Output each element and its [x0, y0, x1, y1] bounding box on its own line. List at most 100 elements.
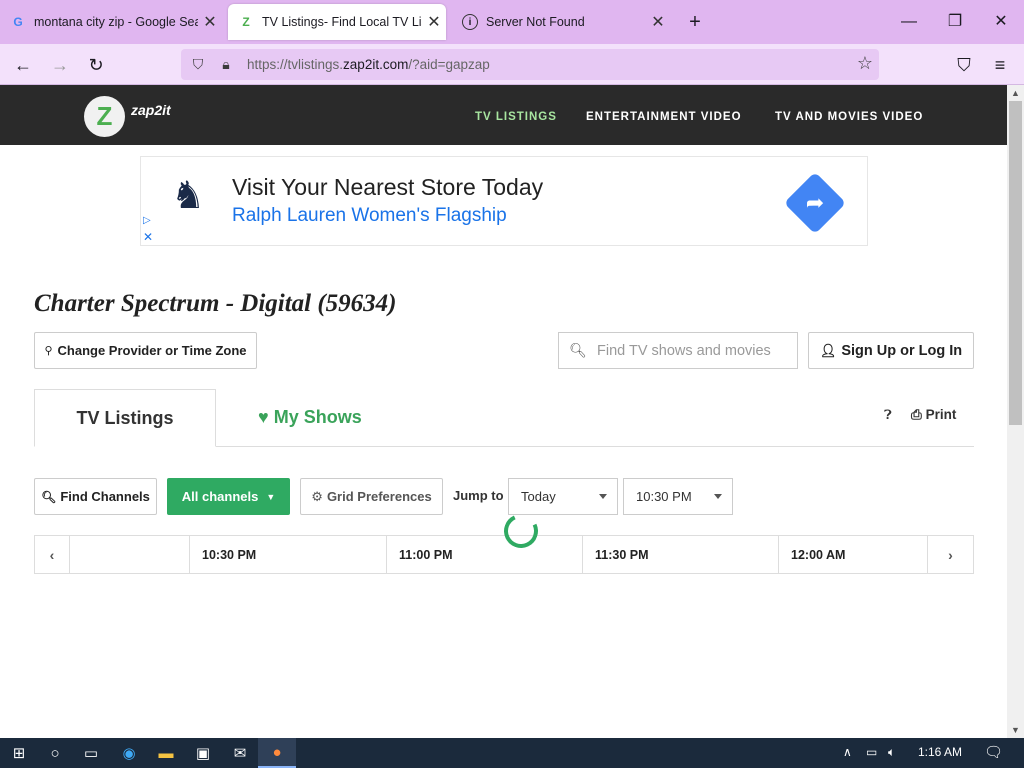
grid-preferences-button[interactable]: ⚙ Grid Preferences	[300, 478, 443, 515]
browser-tab-tvlistings[interactable]: Z TV Listings- Find Local TV Listings ✕	[228, 4, 446, 40]
browser-tab-server-not-found[interactable]: i Server Not Found ✕	[452, 4, 670, 40]
search-icon[interactable]: ○	[36, 738, 74, 768]
help-icon[interactable]: ❓︎	[884, 407, 892, 423]
tab-tv-listings[interactable]: TV Listings	[34, 389, 216, 447]
forward-icon[interactable]: →	[47, 52, 73, 78]
sign-up-label: Sign Up or Log In	[841, 342, 963, 359]
page-scrollbar[interactable]: ▲ ▼	[1007, 85, 1024, 738]
close-window-icon[interactable]: ✕	[978, 8, 1024, 36]
zap2it-favicon-icon: Z	[242, 15, 250, 29]
back-icon[interactable]: ←	[10, 52, 36, 78]
scroll-down-icon[interactable]: ▼	[1007, 725, 1024, 735]
sign-up-button[interactable]: 👤︎ Sign Up or Log In	[808, 332, 974, 369]
advertisement[interactable]: ♞ Visit Your Nearest Store Today Ralph L…	[140, 156, 868, 246]
close-tab-icon[interactable]: ✕	[646, 12, 670, 32]
zap2it-logo[interactable]: Z	[84, 96, 125, 137]
jump-to-label: Jump to	[453, 488, 504, 503]
next-time-icon[interactable]: ›	[928, 536, 973, 573]
minimize-icon[interactable]: —	[886, 8, 932, 36]
notifications-icon[interactable]: 🗨︎	[984, 743, 1003, 761]
listing-tabs: TV Listings ♥ My Shows ❓︎ ⎙ Print	[34, 389, 974, 447]
close-tab-icon[interactable]: ✕	[422, 12, 446, 32]
nav-tv-listings[interactable]: TV LISTINGS	[475, 111, 557, 123]
time-slot: 10:30 PM	[190, 536, 387, 573]
search-icon: 🔍︎	[41, 489, 57, 504]
clock[interactable]: 1:16 AM	[918, 745, 962, 759]
change-provider-button[interactable]: ⚲ Change Provider or Time Zone	[34, 332, 257, 369]
new-tab-icon[interactable]: +	[683, 10, 707, 34]
ad-subline[interactable]: Ralph Lauren Women's Flagship	[232, 205, 507, 227]
url-text[interactable]: https://tvlistings.zap2it.com/?aid=gapza…	[247, 57, 490, 72]
channel-column-header	[70, 536, 190, 573]
printer-icon: ⎙	[911, 407, 922, 422]
print-button[interactable]: ⎙ Print	[911, 407, 956, 423]
prev-time-icon[interactable]: ‹	[35, 536, 70, 573]
my-shows-label: My Shows	[273, 407, 362, 427]
reload-icon[interactable]: ↻	[83, 52, 109, 78]
task-view-icon[interactable]: ▭	[72, 738, 110, 768]
shield-icon[interactable]: ⛉	[187, 56, 209, 73]
map-marker-icon: ⚲	[44, 345, 53, 357]
adchoices-icon[interactable]: ▷	[143, 215, 151, 226]
polo-logo-icon: ♞	[171, 175, 206, 217]
caret-down-icon: ▼	[266, 491, 276, 502]
find-channels-label: Find Channels	[60, 489, 150, 504]
all-channels-dropdown[interactable]: All channels ▼	[167, 478, 290, 515]
scroll-up-icon[interactable]: ▲	[1007, 88, 1024, 98]
all-channels-label: All channels	[181, 489, 259, 504]
find-channels-button[interactable]: 🔍︎ Find Channels	[34, 478, 157, 515]
address-bar[interactable]: ⛉ 🔒︎ https://tvlistings.zap2it.com/?aid=…	[181, 49, 879, 80]
mail-icon[interactable]: ✉	[221, 738, 259, 768]
change-provider-label: Change Provider or Time Zone	[57, 343, 247, 358]
gear-icon: ⚙	[311, 488, 323, 504]
tab-title: Server Not Found	[486, 15, 585, 29]
network-icon[interactable]: ▭	[866, 745, 877, 759]
search-input[interactable]	[597, 342, 792, 359]
tab-title: montana city zip - Google Search	[34, 15, 198, 29]
time-slot: 12:00 AM	[779, 536, 928, 573]
browser-tab-google[interactable]: G montana city zip - Google Search ✕	[0, 4, 222, 40]
browser-tab-bar: G montana city zip - Google Search ✕ Z T…	[0, 0, 1024, 44]
user-icon: 👤︎	[819, 342, 837, 358]
show-hidden-icons-icon[interactable]: ∧	[843, 745, 852, 759]
windows-taskbar: ⊞ ○ ▭ ◉ ▬ ▣ ✉ ● ∧ ▭ 🔈︎ 1:16 AM 🗨︎	[0, 738, 1024, 768]
search-icon[interactable]: 🔍︎	[559, 342, 597, 359]
pocket-icon[interactable]: ⛉	[951, 52, 977, 78]
time-select[interactable]: 10:30 PM	[623, 478, 733, 515]
ad-headline[interactable]: Visit Your Nearest Store Today	[232, 174, 543, 201]
time-grid-header: ‹ 10:30 PM 11:00 PM 11:30 PM 12:00 AM ›	[34, 535, 974, 574]
bookmark-star-icon[interactable]: ☆	[857, 53, 873, 74]
nav-tv-movies-video[interactable]: TV AND MOVIES VIDEO	[775, 111, 923, 123]
scroll-thumb[interactable]	[1009, 101, 1022, 425]
restore-icon[interactable]: ❐	[932, 8, 978, 36]
site-header: Z zap2it TV LISTINGS ENTERTAINMENT VIDEO…	[0, 85, 1007, 145]
provider-heading: Charter Spectrum - Digital (59634)	[34, 290, 397, 317]
tab-my-shows[interactable]: ♥ My Shows	[258, 407, 362, 428]
edge-icon[interactable]: ◉	[110, 738, 148, 768]
close-tab-icon[interactable]: ✕	[198, 12, 222, 32]
store-icon[interactable]: ▣	[184, 738, 222, 768]
lock-icon[interactable]: 🔒︎	[215, 56, 237, 73]
day-value: Today	[521, 489, 556, 504]
google-favicon-icon: G	[13, 15, 23, 29]
info-icon: i	[462, 14, 478, 30]
menu-icon[interactable]: ≡	[987, 52, 1013, 78]
time-slot: 11:30 PM	[583, 536, 779, 573]
print-label: Print	[925, 407, 957, 422]
file-explorer-icon[interactable]: ▬	[147, 738, 185, 768]
nav-entertainment-video[interactable]: ENTERTAINMENT VIDEO	[586, 111, 742, 123]
day-select[interactable]: Today	[508, 478, 618, 515]
firefox-icon[interactable]: ●	[258, 738, 296, 768]
caret-down-icon	[599, 494, 607, 499]
tab-title: TV Listings- Find Local TV Listings	[262, 15, 422, 29]
heart-icon: ♥	[258, 407, 269, 427]
directions-arrow-icon[interactable]: ➦	[801, 189, 829, 217]
caret-down-icon	[714, 494, 722, 499]
ad-close-icon[interactable]: ✕	[143, 230, 153, 244]
time-slot: 11:00 PM	[387, 536, 583, 573]
windows-start-icon[interactable]: ⊞	[0, 738, 38, 768]
volume-icon[interactable]: 🔈︎	[888, 745, 895, 760]
grid-preferences-label: Grid Preferences	[326, 489, 432, 504]
logo-text[interactable]: zap2it	[131, 102, 171, 118]
search-box[interactable]: 🔍︎	[558, 332, 798, 369]
